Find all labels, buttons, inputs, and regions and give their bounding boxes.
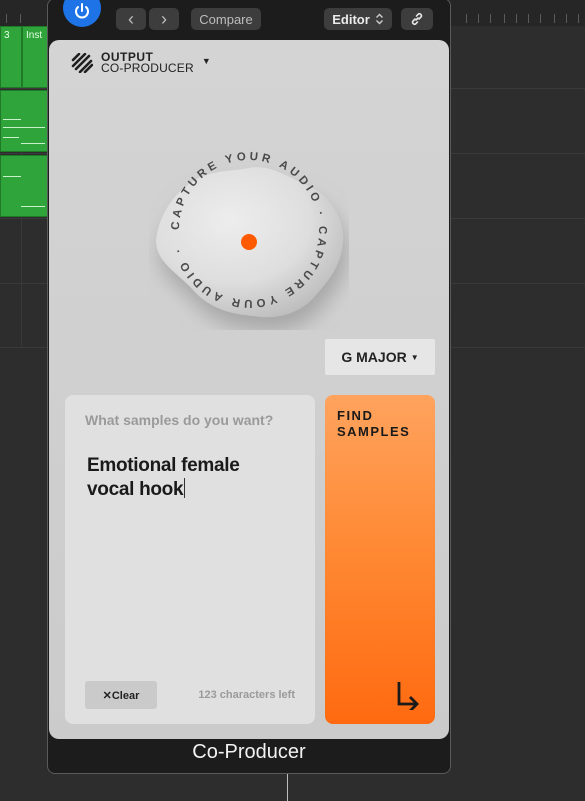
link-icon — [411, 13, 423, 25]
brand-coproducer: CO-PRODUCER — [101, 61, 194, 75]
forward-button[interactable]: › — [149, 8, 179, 30]
region-3[interactable]: 3 — [0, 26, 22, 88]
midi-region[interactable] — [0, 155, 48, 217]
prompt-card[interactable]: What samples do you want? Emotional fema… — [65, 395, 315, 724]
compare-button[interactable]: Compare — [191, 8, 261, 30]
record-dot — [241, 234, 257, 250]
playhead[interactable] — [287, 770, 288, 801]
chevron-left-icon: ‹ — [128, 8, 134, 29]
power-icon — [75, 3, 89, 19]
text-cursor — [184, 478, 186, 498]
prompt-value: Emotional female vocal hook — [87, 455, 240, 500]
capture-audio-button[interactable]: CAPTURE YOUR AUDIO · CAPTURE YOUR AUDIO … — [149, 130, 349, 330]
key-dropdown[interactable]: G MAJOR ▼ — [325, 339, 435, 375]
clear-label: ✕Clear — [102, 689, 140, 702]
find-samples-button[interactable]: FIND SAMPLES — [325, 395, 435, 724]
plugin-window: ‹ › Compare Editor OUTPUT CO-PRODUCER ▼ … — [47, 0, 451, 774]
brand-menu[interactable]: OUTPUT CO-PRODUCER ▼ — [71, 51, 211, 75]
compare-label: Compare — [199, 11, 253, 27]
characters-left: 123 characters left — [198, 689, 295, 701]
power-button[interactable] — [63, 0, 101, 27]
midi-region[interactable] — [0, 90, 48, 152]
plugin-toolbar: ‹ › Compare Editor — [48, 0, 450, 39]
co-producer-panel: OUTPUT CO-PRODUCER ▼ CAPTURE YOUR AUDIO … — [49, 40, 449, 739]
prompt-placeholder: What samples do you want? — [85, 412, 274, 428]
back-button[interactable]: ‹ — [116, 8, 146, 30]
key-label: G MAJOR — [341, 349, 407, 365]
region-label: 3 — [4, 30, 10, 41]
caret-down-icon: ▼ — [201, 56, 211, 66]
link-button[interactable] — [401, 8, 433, 30]
editor-dropdown[interactable]: Editor — [324, 8, 392, 30]
clear-button[interactable]: ✕Clear — [85, 681, 157, 709]
region-inst[interactable]: Inst — [22, 26, 48, 88]
region-label: Inst — [26, 30, 43, 41]
window-title: Co-Producer — [192, 741, 306, 763]
enter-arrow-icon — [397, 682, 419, 710]
updown-chevron-icon — [375, 13, 383, 25]
prompt-input[interactable]: Emotional female vocal hook — [87, 454, 287, 502]
output-logo-icon — [71, 53, 93, 73]
chevron-right-icon: › — [161, 8, 167, 29]
caret-down-icon: ▼ — [410, 352, 419, 362]
find-samples-label: FIND SAMPLES — [337, 408, 411, 439]
editor-label: Editor — [332, 11, 370, 27]
brand-text: OUTPUT CO-PRODUCER — [101, 51, 194, 75]
